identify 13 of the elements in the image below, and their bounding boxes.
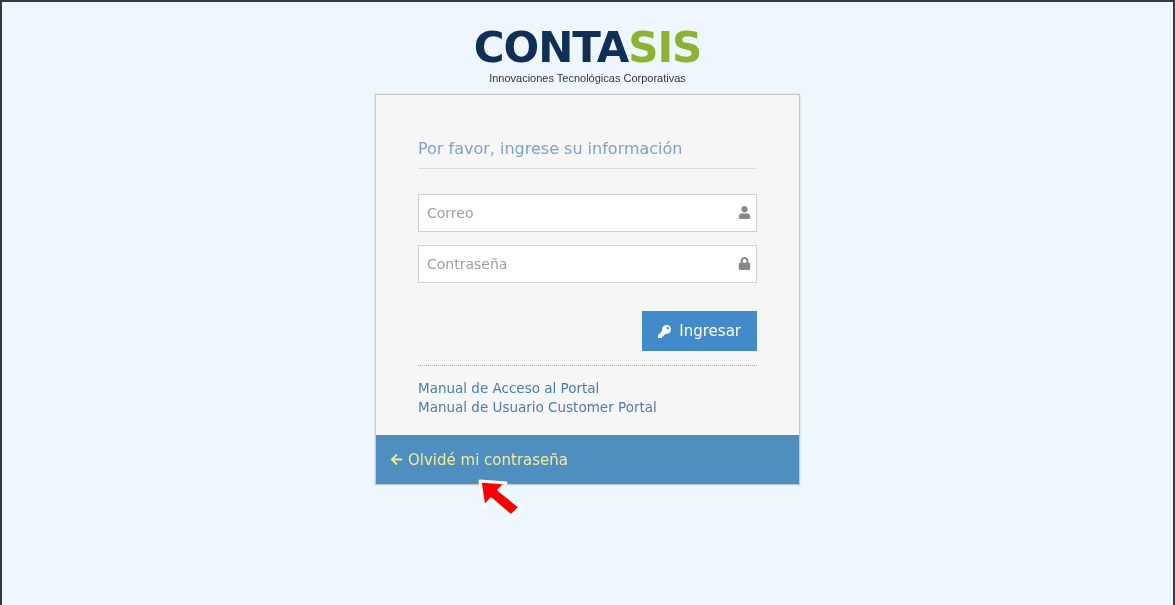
- manual-link[interactable]: Manual de Acceso al Portal: [418, 380, 600, 396]
- input-field[interactable]: Correo: [418, 194, 757, 232]
- logo-tagline: Innovaciones Tecnológicas Corporativas: [489, 72, 686, 84]
- forgot-password-link[interactable]: Olvidé mi contraseña: [390, 450, 568, 469]
- user-icon: [738, 206, 751, 219]
- form-title: Por favor, ingrese su información: [418, 139, 757, 169]
- lock-icon: [738, 257, 751, 270]
- input-field[interactable]: Contraseña: [418, 245, 757, 283]
- manual-link[interactable]: Manual de Usuario Customer Portal: [418, 399, 657, 415]
- logo: CONTASIS: [473, 26, 702, 70]
- arrow-left-icon: [390, 453, 403, 466]
- key-icon: [658, 324, 672, 338]
- login-button[interactable]: Ingresar: [642, 311, 757, 351]
